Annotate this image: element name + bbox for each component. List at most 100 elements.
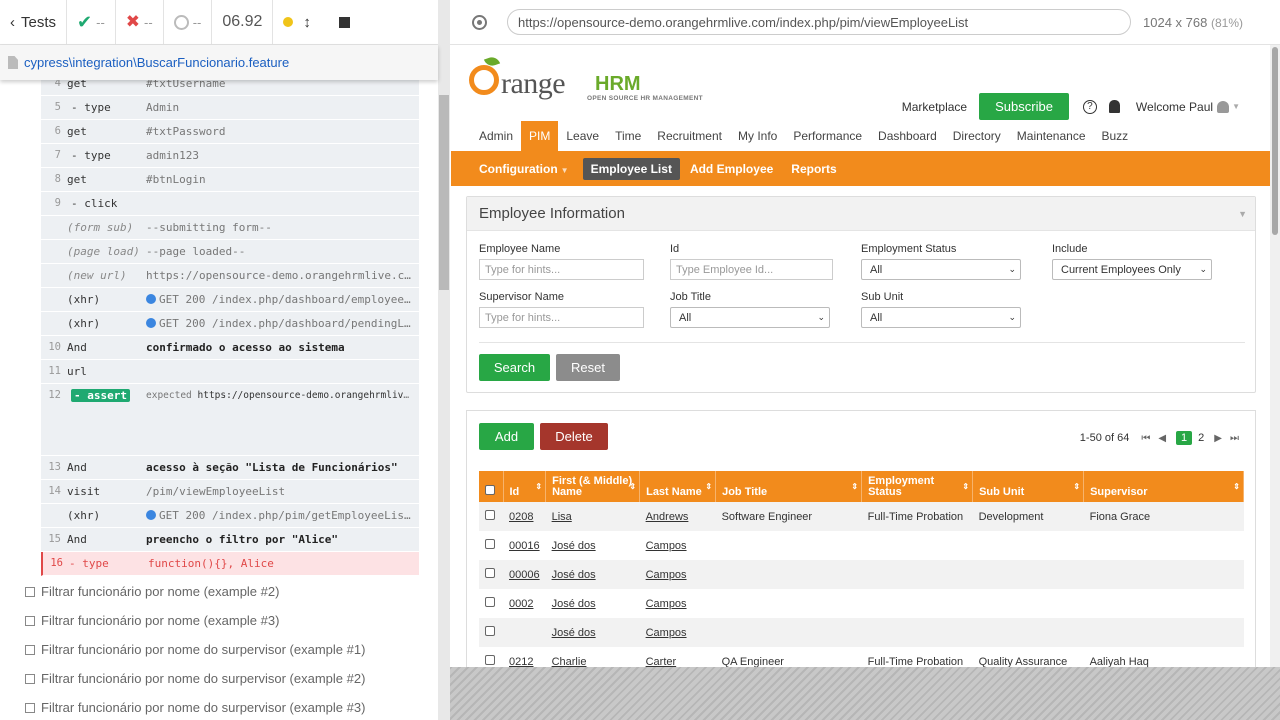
submenu-item-add-employee[interactable]: Add Employee	[682, 158, 781, 180]
command-row[interactable]: (xhr) GET 200 /index.php/dashboard/pendin…	[41, 312, 419, 336]
row-checkbox[interactable]	[485, 568, 495, 578]
sub-unit-select[interactable]: All ⌄	[861, 307, 1021, 328]
test-item[interactable]: Filtrar funcionário por nome do surpervi…	[25, 693, 365, 720]
table-cell[interactable]	[503, 618, 546, 647]
table-row[interactable]: 0208 Lisa Andrews Software Engineer Full-Tim…	[479, 502, 1244, 531]
column-header[interactable]: Supervisor ⇕	[1083, 471, 1244, 502]
scrollbar-thumb[interactable]	[1272, 47, 1278, 235]
row-checkbox[interactable]	[485, 510, 495, 520]
supervisor-input[interactable]: Type for hints...	[479, 307, 644, 328]
help-icon[interactable]: ?	[1082, 99, 1097, 114]
submenu-item-employee-list[interactable]: Employee List	[582, 157, 680, 180]
reporter-scrollbar[interactable]	[438, 0, 450, 720]
aut-scrollbar[interactable]	[1270, 45, 1280, 667]
stop-button[interactable]	[338, 16, 350, 28]
command-row[interactable]: 14 visit/pim/viewEmployeeList	[41, 480, 419, 504]
command-row[interactable]: 5 - type Admin	[41, 96, 419, 120]
table-row[interactable]: 0212 Charlie Carter QA Engineer Full-Time Pr…	[479, 647, 1244, 667]
bell-icon[interactable]	[1108, 100, 1120, 113]
command-row[interactable]: 11 url	[41, 360, 419, 384]
table-cell[interactable]: 00006	[503, 560, 546, 589]
test-item[interactable]: Filtrar funcionário por nome (example #2…	[25, 577, 365, 606]
command-row[interactable]: 6 get #txtPassword	[41, 120, 419, 144]
table-cell[interactable]: José dos	[545, 560, 640, 589]
column-header[interactable]: Last Name ⇕	[639, 471, 717, 502]
row-checkbox[interactable]	[485, 626, 495, 636]
row-checkbox[interactable]	[485, 597, 495, 607]
command-row[interactable]: 15 And preencho o filtro por "Alice"	[41, 528, 419, 552]
menu-item-dashboard[interactable]: Dashboard	[870, 121, 945, 151]
prev-page-icon[interactable]: ◀	[1158, 433, 1166, 444]
welcome-user[interactable]: Welcome Paul	[1136, 100, 1213, 114]
menu-item-time[interactable]: Time	[607, 121, 649, 151]
table-cell[interactable]: Carter	[640, 647, 716, 668]
menu-item-pim[interactable]: PIM	[521, 121, 559, 151]
delete-button[interactable]: Delete	[540, 423, 608, 450]
table-cell[interactable]: 00016	[503, 531, 546, 560]
autoscroll-toggle-icon[interactable]: ↕	[303, 14, 311, 31]
sort-icon[interactable]: ⇕	[705, 481, 712, 492]
row-checkbox[interactable]	[485, 655, 495, 665]
scrollbar-thumb[interactable]	[439, 95, 449, 290]
test-item[interactable]: Filtrar funcionário por nome do surpervi…	[25, 635, 365, 664]
spec-path[interactable]: cypress\integration\BuscarFuncionario.fe…	[24, 55, 289, 70]
table-row[interactable]: José dos Campos	[479, 618, 1244, 647]
menu-item-buzz[interactable]: Buzz	[1094, 121, 1137, 151]
menu-item-my-info[interactable]: My Info	[730, 121, 785, 151]
add-button[interactable]: Add	[479, 423, 534, 450]
employment-status-select[interactable]: All ⌄	[861, 259, 1021, 280]
menu-item-recruitment[interactable]: Recruitment	[649, 121, 730, 151]
collapse-icon[interactable]: ▼	[1238, 209, 1247, 219]
test-item[interactable]: Filtrar funcionário por nome do surpervi…	[25, 664, 365, 693]
table-cell[interactable]: Campos	[640, 589, 716, 618]
reset-button[interactable]: Reset	[556, 354, 620, 381]
menu-item-leave[interactable]: Leave	[558, 121, 607, 151]
submenu-item-reports[interactable]: Reports	[783, 158, 844, 180]
test-item[interactable]: Filtrar funcionário por nome (example #3…	[25, 606, 365, 635]
id-input[interactable]: Type Employee Id...	[670, 259, 833, 280]
table-cell[interactable]: Campos	[640, 531, 716, 560]
aut-url-bar[interactable]: https://opensource-demo.orangehrmlive.co…	[507, 9, 1131, 35]
selector-playground-icon[interactable]	[472, 14, 487, 30]
next-page-icon[interactable]: ▶	[1214, 433, 1222, 444]
command-row[interactable]: (new url) https://opensource-demo.orangeh…	[41, 264, 419, 288]
column-header[interactable]: Id ⇕	[503, 471, 547, 502]
sort-icon[interactable]: ⇕	[535, 481, 542, 492]
page-2[interactable]: 2	[1198, 432, 1204, 444]
employee-name-input[interactable]: Type for hints...	[479, 259, 644, 280]
job-title-select[interactable]: All ⌄	[670, 307, 830, 328]
command-row[interactable]: 13 And acesso à seção "Lista de Funcionári…	[41, 456, 419, 480]
command-row[interactable]: 4 get #txtUsername	[41, 80, 419, 96]
table-cell[interactable]: 0212	[503, 647, 546, 668]
row-checkbox[interactable]	[485, 539, 495, 549]
command-row[interactable]: 16 - type function(){}, Alice	[41, 552, 419, 576]
include-select[interactable]: Current Employees Only ⌄	[1052, 259, 1212, 280]
command-row[interactable]: 7 - type admin123	[41, 144, 419, 168]
sort-icon[interactable]: ⇕	[629, 481, 636, 492]
command-row[interactable]: 8 get #btnLogin	[41, 168, 419, 192]
sort-icon[interactable]: ⇕	[851, 481, 858, 492]
table-cell[interactable]: José dos	[546, 589, 640, 618]
column-header[interactable]: Sub Unit ⇕	[972, 471, 1085, 502]
column-header[interactable]: First (& Middle) Name ⇕	[545, 471, 641, 502]
table-row[interactable]: 00016 José dos Campos	[479, 531, 1244, 560]
table-row[interactable]: 00006 José dos Campos	[479, 560, 1244, 589]
sort-icon[interactable]: ⇕	[962, 481, 969, 492]
table-cell[interactable]: José dos	[545, 618, 640, 647]
assert-row[interactable]: 12 - assert expected https://opensource-de…	[41, 384, 419, 456]
marketplace-link[interactable]: Marketplace	[902, 100, 967, 114]
table-cell[interactable]: 0002	[503, 589, 546, 618]
tests-nav-button[interactable]: ‹ Tests	[0, 0, 68, 45]
search-button[interactable]: Search	[479, 354, 550, 381]
table-cell[interactable]: Campos	[639, 560, 716, 589]
table-cell[interactable]: Campos	[639, 618, 716, 647]
menu-item-maintenance[interactable]: Maintenance	[1009, 121, 1094, 151]
sort-icon[interactable]: ⇕	[1233, 481, 1240, 492]
command-row[interactable]: (form sub) --submitting form--	[41, 216, 419, 240]
table-cell[interactable]: Charlie	[546, 647, 640, 668]
subscribe-button[interactable]: Subscribe	[979, 93, 1069, 120]
column-header[interactable]: Job Title ⇕	[715, 471, 863, 502]
command-row[interactable]: (xhr) GET 200 /index.php/dashboard/employ…	[41, 288, 419, 312]
panel-header[interactable]: Employee Information ▼	[467, 197, 1255, 231]
menu-item-directory[interactable]: Directory	[945, 121, 1009, 151]
